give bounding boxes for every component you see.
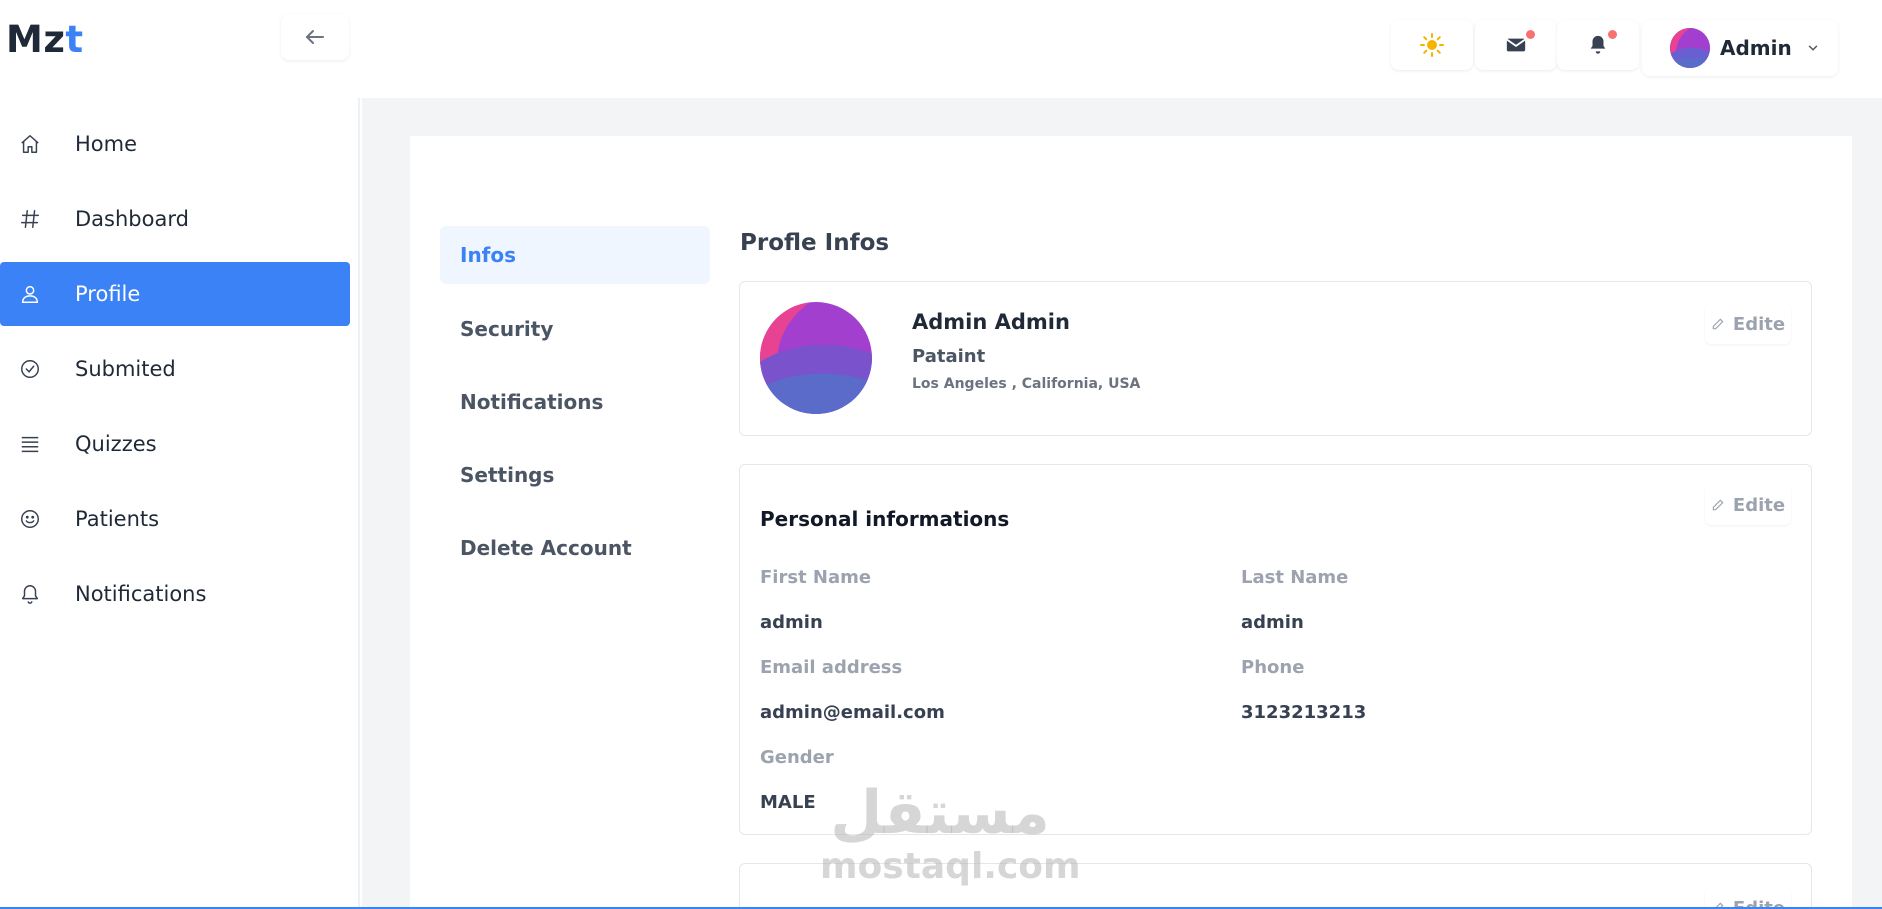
smile-icon (18, 507, 42, 531)
email-value: admin@email.com (760, 702, 945, 723)
tab-infos[interactable]: Infos (440, 226, 710, 284)
pencil-icon (1712, 499, 1724, 511)
edit-address-button[interactable]: Edite (1705, 888, 1791, 909)
edit-profile-button[interactable]: Edite (1705, 304, 1791, 344)
sidebar-item-submited[interactable]: Submited (0, 337, 350, 401)
avatar (760, 302, 872, 414)
sidebar-item-quizzes[interactable]: Quizzes (0, 412, 350, 476)
tab-label: Infos (460, 243, 517, 267)
watermark-arabic: مستقل (830, 778, 1050, 848)
top-header: Mzt Admin (0, 0, 1882, 98)
notifications-button[interactable] (1557, 20, 1639, 70)
sun-icon (1420, 33, 1444, 57)
logo-accent-text: t (65, 18, 84, 61)
list-icon (18, 432, 42, 456)
profile-summary-box: Admin Admin Pataint Los Angeles , Califo… (739, 281, 1812, 436)
sidebar-item-label: Home (75, 132, 138, 156)
last-name-label: Last Name (1241, 567, 1349, 588)
first-name-value: admin (760, 612, 823, 633)
sidebar-item-label: Quizzes (75, 432, 157, 456)
tab-label: Security (460, 317, 554, 341)
hash-icon (18, 207, 42, 231)
tab-label: Settings (460, 463, 555, 487)
last-name-value: admin (1241, 612, 1304, 633)
watermark: مستقل mostaql.com (820, 778, 1081, 887)
sidebar-item-patients[interactable]: Patients (0, 487, 350, 551)
home-icon (18, 132, 42, 156)
sidebar-item-label: Submited (75, 357, 176, 381)
tab-security[interactable]: Security (440, 300, 710, 358)
profile-role: Pataint (912, 346, 986, 367)
arrow-left-icon (306, 30, 324, 44)
tab-settings[interactable]: Settings (440, 446, 710, 504)
user-name: Admin (1720, 36, 1792, 60)
sidebar-item-dashboard[interactable]: Dashboard (0, 187, 350, 251)
section-title: Profle Infos (740, 230, 890, 256)
watermark-latin: mostaql.com (820, 846, 1081, 887)
app-logo[interactable]: Mzt (6, 18, 84, 61)
collapse-sidebar-button[interactable] (281, 14, 349, 60)
sidebar-item-home[interactable]: Home (0, 112, 350, 176)
tab-delete-account[interactable]: Delete Account (440, 519, 710, 577)
edit-label: Edite (1732, 313, 1786, 335)
sidebar-item-label: Patients (75, 507, 160, 531)
sidebar-item-label: Notifications (75, 582, 207, 606)
tab-notifications[interactable]: Notifications (440, 373, 710, 431)
messages-button[interactable] (1475, 20, 1557, 70)
sidebar-item-notifications[interactable]: Notifications (0, 562, 350, 626)
bell-icon (1590, 35, 1606, 54)
phone-value: 3123213213 (1241, 702, 1367, 723)
personal-info-title: Personal informations (760, 507, 1010, 531)
check-circle-icon (18, 357, 42, 381)
gender-label: Gender (760, 747, 834, 768)
edit-personal-button[interactable]: Edite (1705, 485, 1791, 525)
user-menu-button[interactable]: Admin (1642, 20, 1838, 76)
bell-notification-dot (1608, 30, 1617, 39)
pencil-icon (1712, 318, 1724, 330)
avatar (1670, 28, 1710, 68)
bell-icon (18, 582, 42, 606)
tab-label: Notifications (460, 390, 604, 414)
mail-notification-dot (1526, 30, 1535, 39)
logo-main-text: Mz (6, 18, 66, 61)
sidebar-item-profile[interactable]: Profile (0, 262, 350, 326)
mail-icon (1506, 38, 1526, 52)
edit-label: Edite (1732, 494, 1786, 516)
profile-location: Los Angeles , California, USA (912, 376, 1141, 392)
sidebar-item-label: Dashboard (75, 207, 189, 231)
tab-label: Delete Account (460, 536, 632, 560)
profile-name: Admin Admin (912, 310, 1070, 334)
gender-value: MALE (760, 792, 816, 813)
chevron-down-icon (1808, 45, 1817, 51)
theme-toggle-button[interactable] (1391, 20, 1473, 70)
sidebar-item-label: Profile (75, 282, 141, 306)
first-name-label: First Name (760, 567, 872, 588)
user-icon (18, 282, 42, 306)
email-label: Email address (760, 657, 903, 678)
phone-label: Phone (1241, 657, 1305, 678)
